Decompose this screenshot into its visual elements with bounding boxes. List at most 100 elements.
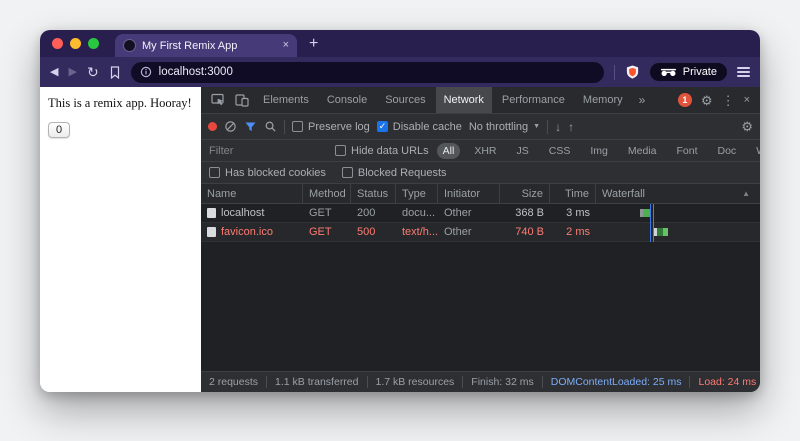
tab-console[interactable]: Console — [319, 87, 375, 113]
request-type: text/h... — [402, 226, 438, 238]
request-row-localhost[interactable]: localhost GET 200 docu... Other 368 B 3 … — [201, 204, 760, 223]
filter-pill-css[interactable]: CSS — [543, 143, 577, 159]
request-initiator: Other — [444, 207, 472, 219]
import-har-icon[interactable]: ↓ — [555, 120, 561, 134]
navigation-bar: ◀ ▶ ↻ localhost:3000 Private — [40, 57, 760, 87]
tab-network[interactable]: Network — [435, 87, 492, 113]
error-count-badge[interactable]: 1 — [677, 93, 692, 107]
reload-button[interactable]: ↻ — [87, 65, 99, 79]
request-time: 2 ms — [566, 226, 590, 238]
dcl-marker-line — [650, 204, 651, 242]
page-text: This is a remix app. Hooray! — [48, 96, 192, 110]
filter-pill-font[interactable]: Font — [670, 143, 703, 159]
column-initiator[interactable]: Initiator — [438, 184, 500, 203]
summary-resources: 1.7 kB resources — [368, 376, 464, 388]
filter-pill-doc[interactable]: Doc — [712, 143, 743, 159]
devtools-kebab-icon[interactable]: ⋮ — [722, 94, 735, 107]
filter-pill-js[interactable]: JS — [511, 143, 535, 159]
scroll-up-icon[interactable]: ▲ — [742, 189, 754, 198]
devtools-panel: Elements Console Sources Network Perform… — [201, 87, 760, 392]
filter-input[interactable] — [209, 144, 327, 157]
network-settings-icon[interactable]: ⚙ — [741, 120, 753, 133]
filter-pill-media[interactable]: Media — [622, 143, 663, 159]
private-label: Private — [682, 66, 717, 78]
devtools-tabbar: Elements Console Sources Network Perform… — [201, 87, 760, 114]
more-tabs-button[interactable]: » — [633, 93, 652, 107]
toolbar-divider — [613, 64, 615, 80]
browser-tab[interactable]: My First Remix App × — [115, 34, 297, 57]
column-type[interactable]: Type — [396, 184, 438, 203]
shields-icon[interactable] — [625, 64, 640, 80]
column-waterfall[interactable]: Waterfall ▲ — [596, 184, 760, 203]
tab-sources[interactable]: Sources — [377, 87, 433, 113]
waterfall-cell — [596, 204, 760, 222]
network-filter-row: Hide data URLs All XHR JS CSS Img Media … — [201, 140, 760, 162]
forward-button[interactable]: ▶ — [68, 66, 76, 78]
request-name: localhost — [221, 207, 265, 219]
url-bar[interactable]: localhost:3000 — [130, 61, 604, 83]
column-status[interactable]: Status — [351, 184, 396, 203]
has-blocked-cookies-checkbox[interactable]: Has blocked cookies — [209, 167, 326, 179]
menu-button[interactable] — [737, 67, 750, 77]
document-icon — [207, 227, 216, 237]
preserve-log-box[interactable] — [292, 121, 303, 132]
tab-elements[interactable]: Elements — [255, 87, 317, 113]
blocked-requests-box[interactable] — [341, 167, 353, 178]
titlebar: My First Remix App × + — [40, 30, 760, 57]
filter-funnel-icon[interactable] — [244, 121, 257, 133]
tab-close-icon[interactable]: × — [283, 40, 289, 51]
request-initiator: Other — [444, 226, 472, 238]
column-time[interactable]: Time — [550, 184, 596, 203]
counter-button[interactable]: 0 — [48, 122, 71, 138]
hide-data-urls-box[interactable] — [335, 145, 346, 156]
toolbar-separator — [547, 119, 549, 134]
tab-favicon-icon — [123, 39, 136, 52]
network-blocked-row: Has blocked cookies Blocked Requests — [201, 162, 760, 184]
request-status: 200 — [357, 207, 376, 219]
tab-performance[interactable]: Performance — [494, 87, 573, 113]
filter-pill-ws[interactable]: WS — [750, 143, 760, 159]
summary-domcontentloaded: DOMContentLoaded: 25 ms — [543, 376, 691, 388]
request-row-favicon[interactable]: favicon.ico GET 500 text/h... Other 740 … — [201, 223, 760, 242]
throttling-select[interactable]: No throttling ▼ — [469, 121, 540, 133]
filter-pill-img[interactable]: Img — [584, 143, 614, 159]
preserve-log-checkbox[interactable]: Preserve log — [292, 121, 370, 133]
request-method: GET — [309, 207, 332, 219]
request-type: docu... — [402, 207, 436, 219]
export-har-icon[interactable]: ↑ — [568, 120, 574, 134]
inspect-element-button[interactable] — [207, 90, 229, 110]
column-size[interactable]: Size — [500, 184, 550, 203]
tab-memory[interactable]: Memory — [575, 87, 631, 113]
column-method[interactable]: Method — [303, 184, 351, 203]
blocked-requests-checkbox[interactable]: Blocked Requests — [341, 167, 447, 179]
network-toolbar: Preserve log Disable cache No throttling… — [201, 114, 760, 140]
devtools-close-icon[interactable]: × — [744, 94, 750, 106]
request-size: 740 B — [515, 226, 544, 238]
device-toolbar-button[interactable] — [231, 90, 253, 110]
clear-icon[interactable] — [224, 120, 237, 133]
desktop: My First Remix App × + ◀ ▶ ↻ localhost:3… — [0, 0, 800, 441]
filter-pill-all[interactable]: All — [436, 142, 461, 159]
summary-load: Load: 24 ms — [698, 376, 757, 388]
filter-pill-xhr[interactable]: XHR — [468, 143, 502, 159]
bookmark-button[interactable] — [109, 65, 121, 79]
devtools-tabbar-right: 1 ⚙ ⋮ × — [677, 93, 754, 107]
window-zoom-button[interactable] — [88, 38, 99, 49]
window-minimize-button[interactable] — [70, 38, 81, 49]
requests-table-body: localhost GET 200 docu... Other 368 B 3 … — [201, 204, 760, 242]
summary-transferred: 1.1 kB transferred — [267, 376, 368, 388]
has-blocked-cookies-box[interactable] — [209, 167, 220, 178]
window-close-button[interactable] — [52, 38, 63, 49]
content-area: This is a remix app. Hooray! 0 Elements … — [40, 87, 760, 392]
hide-data-urls-checkbox[interactable]: Hide data URLs — [335, 145, 429, 157]
back-button[interactable]: ◀ — [50, 66, 58, 78]
search-icon[interactable] — [264, 120, 277, 133]
disable-cache-checkbox[interactable]: Disable cache — [376, 121, 462, 133]
column-name[interactable]: Name — [201, 184, 303, 203]
disable-cache-box[interactable] — [376, 121, 388, 132]
tab-title: My First Remix App — [142, 39, 238, 52]
devtools-settings-icon[interactable]: ⚙ — [701, 94, 713, 107]
site-info-icon[interactable] — [140, 66, 152, 78]
record-button[interactable] — [208, 122, 217, 131]
new-tab-button[interactable]: + — [309, 35, 318, 52]
